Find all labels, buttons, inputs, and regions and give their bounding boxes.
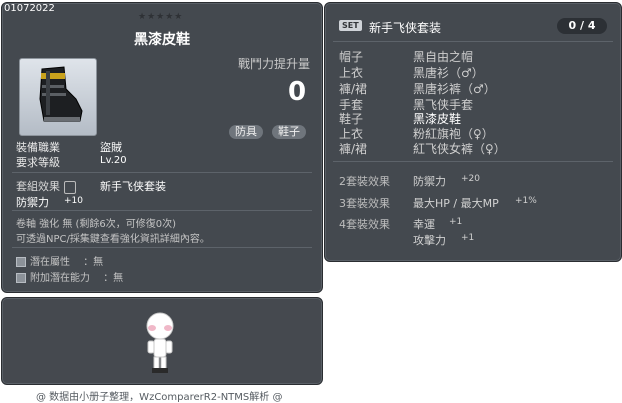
upgrade-info: 卷軸 強化 無 (剩餘6次，可修復0次) — [16, 219, 177, 230]
divider — [12, 210, 312, 211]
set-effect-3-stat: 最大HP / 最大MP — [413, 197, 499, 210]
set-effect-4-stat: 攻擊力 — [413, 234, 446, 247]
boot-icon — [39, 66, 83, 122]
set-piece: 黑唐衫（♂） — [413, 66, 484, 80]
character-avatar — [146, 312, 174, 373]
set-effect-2-value: +20 — [461, 174, 480, 184]
set-piece: 黑自由之帽 — [413, 50, 474, 64]
set-effect-4-value: +1 — [461, 233, 475, 243]
power-increase-value: 0 — [288, 77, 307, 107]
stat-defense-label: 防禦力 — [16, 196, 49, 209]
power-increase-label: 戰鬥力提升量 — [238, 57, 311, 71]
divider — [12, 247, 312, 248]
potential-row: 潛在屬性 ：無 — [16, 253, 103, 268]
potential-icon — [16, 257, 26, 267]
star-rating: ★★★★★ — [138, 12, 184, 22]
footer-credit: @ 数据由小册子整理，WzComparerR2-NTMS解析 @ — [36, 392, 283, 403]
item-name: 黑漆皮鞋 — [134, 32, 190, 48]
req-level-value: Lv.20 — [100, 155, 127, 166]
set-effect-3-label: 3套裝效果 — [339, 197, 390, 210]
set-effect-row: 套組效果 — [16, 178, 76, 194]
item-icon-frame — [19, 58, 97, 136]
set-effect-4-value: +1 — [449, 217, 463, 227]
set-piece: 紅飞侠女裤（♀） — [413, 142, 506, 156]
set-slot: 帽子 — [339, 50, 364, 64]
set-effect-2-stat: 防禦力 — [413, 175, 446, 188]
set-effect-3-value: +1% — [515, 196, 537, 206]
set-piece: 黑唐衫裤（♂） — [413, 82, 496, 96]
lock-icon — [63, 180, 76, 194]
set-tooltip: SET 新手飞侠套装 0 / 4 帽子 黑自由之帽 上衣 黑唐衫（♂） 褲/裙 … — [324, 2, 622, 262]
set-effect-4-label: 4套裝效果 — [339, 218, 390, 231]
set-count: 0 / 4 — [557, 18, 607, 34]
set-slot: 上衣 — [339, 66, 364, 80]
set-slot: 褲/裙 — [339, 142, 368, 156]
character-preview — [1, 297, 323, 385]
req-job-value: 盜賊 — [100, 141, 122, 154]
upgrade-hint: 可透過NPC/採集鍵查看強化資訊詳細內容。 — [16, 234, 210, 245]
req-job-label: 裝備職業 — [16, 141, 60, 154]
additional-potential-label: 附加潛在能力 — [30, 273, 90, 284]
set-effect-name: 新手飞侠套装 — [100, 180, 166, 193]
divider — [12, 172, 312, 173]
additional-potential-icon — [16, 273, 26, 283]
item-code: 01072022 — [4, 3, 55, 14]
set-effect-label: 套組效果 — [16, 180, 60, 193]
set-title: 新手飞侠套装 — [369, 21, 442, 35]
tag-armor: 防具 — [229, 125, 263, 139]
req-level-label: 要求等級 — [16, 156, 60, 169]
item-tooltip: 01072022 ★★★★★ 黑漆皮鞋 戰鬥力提升量 0 防具 鞋子 裝備職業 … — [1, 2, 323, 293]
additional-potential-row: 附加潛在能力 ：無 — [16, 269, 123, 284]
set-effect-4-stat: 幸運 — [413, 218, 435, 231]
set-slot: 褲/裙 — [339, 82, 368, 96]
potential-value: ：無 — [83, 257, 104, 268]
potential-label: 潛在屬性 — [30, 257, 70, 268]
set-effect-2-label: 2套裝效果 — [339, 175, 390, 188]
divider — [333, 161, 613, 162]
stat-defense-value: +10 — [64, 196, 83, 206]
divider — [333, 41, 613, 42]
set-badge: SET — [339, 20, 362, 31]
tag-shoes: 鞋子 — [272, 125, 306, 139]
additional-potential-value: ：無 — [103, 273, 124, 284]
